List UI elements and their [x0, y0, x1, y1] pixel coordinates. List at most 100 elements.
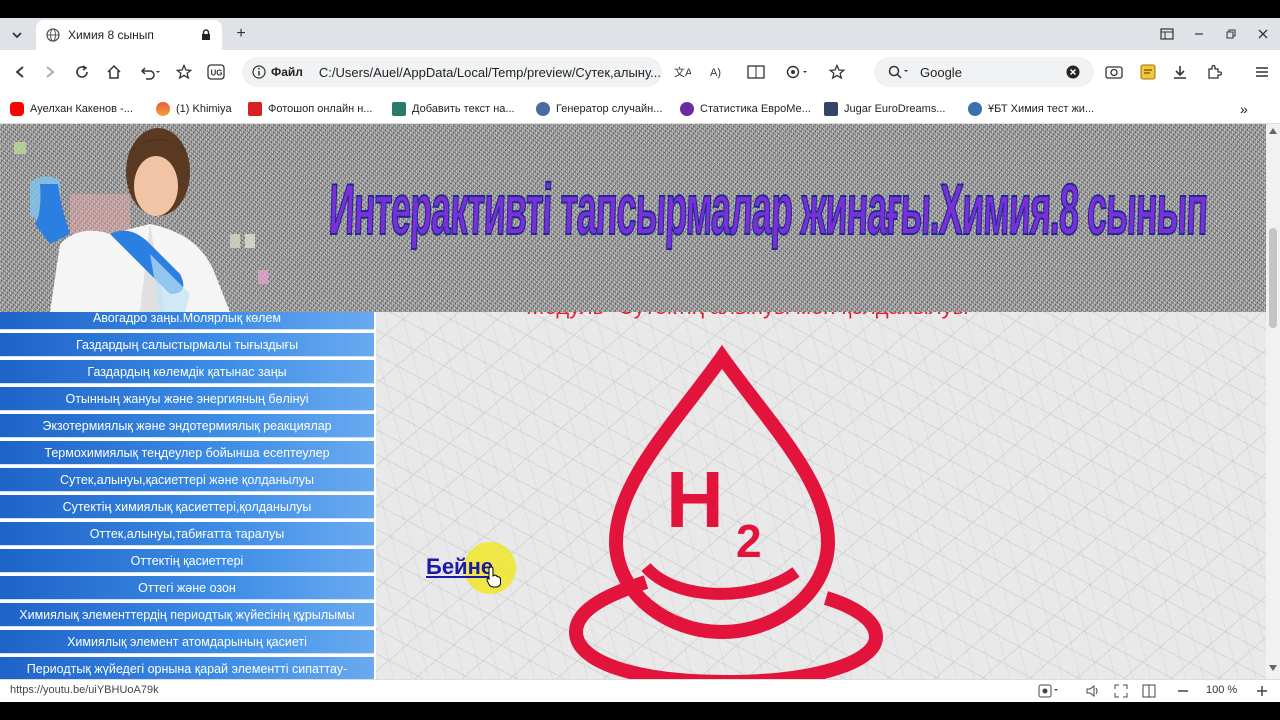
fullscreen-icon[interactable] [1114, 684, 1128, 698]
scroll-down-arrow-icon[interactable] [1269, 665, 1277, 671]
page-title-text: Интерактивті тапсырмалар жинағы.Химия.8 … [327, 167, 1209, 250]
hydrogen-drop-icon: H 2 [568, 344, 884, 679]
bookmark-label: (1) Khimiya [176, 103, 232, 115]
read-aloud-icon[interactable]: A) [706, 60, 730, 84]
favorite-star-icon[interactable] [172, 60, 196, 84]
clear-search-icon[interactable] [1066, 65, 1080, 79]
bookmark-label: Статистика ЕвроМе... [700, 103, 811, 115]
home-button[interactable] [102, 60, 126, 84]
reader-view-icon[interactable] [744, 60, 768, 84]
menu-item-thermochem[interactable]: Термохимиялық теңдеулер бойынша есептеул… [0, 441, 374, 465]
bookmark-6[interactable]: Статистика ЕвроМе... [680, 100, 811, 118]
bottom-letterbox [0, 702, 1280, 720]
main-content: Модуль "Сутектің алынуы мен қолданылуы" … [376, 312, 1266, 679]
zoom-in-icon[interactable] [1255, 684, 1269, 698]
menu-item-oxygen-props[interactable]: Оттектің қасиеттері [0, 549, 374, 573]
menu-item-periodic-structure[interactable]: Химиялық элементтердің периодтық жүйесін… [0, 603, 374, 627]
web-page: Интерактивті тапсырмалар жинағы.Химия.8 … [0, 124, 1266, 679]
minimize-icon[interactable] [1188, 23, 1210, 45]
bookmark-label: ҰБТ Химия тест жи... [988, 103, 1095, 115]
navigation-toolbar: UG Файл C:/Users/Auel/AppData/Local/Temp… [0, 50, 1280, 94]
file-label: Файл [271, 65, 303, 79]
status-bar: https://youtu.be/uiYBHUoA79k 100 % [0, 679, 1280, 702]
restore-icon[interactable] [1220, 23, 1242, 45]
undo-close-tab-icon[interactable] [134, 60, 166, 84]
split-view-icon[interactable] [1142, 684, 1156, 698]
svg-text:A): A) [710, 67, 721, 79]
bookmark-label: Ауелхан Какенов -... [30, 103, 133, 115]
close-window-icon[interactable] [1252, 23, 1274, 45]
downloads-icon[interactable] [1168, 60, 1192, 84]
menu-item-ozone[interactable]: Оттегі және озон [0, 576, 374, 600]
tab-bar: Химия 8 сынып + [0, 18, 1280, 50]
search-box[interactable]: Google [874, 57, 1094, 87]
page-scrollbar[interactable] [1266, 124, 1280, 679]
forward-button[interactable] [38, 60, 62, 84]
site-info-button[interactable]: Файл [252, 65, 303, 79]
video-link[interactable]: Бейне [426, 554, 493, 580]
bookmark-5[interactable]: Генератор случайн... [536, 100, 662, 118]
hand-cursor-icon [486, 566, 501, 588]
bookmark-label: Добавить текст на... [412, 103, 515, 115]
page-title: Интерактивті тапсырмалар жинағы.Химия.8 … [327, 150, 1209, 270]
zoom-out-icon[interactable] [1176, 684, 1190, 698]
extensions-icon[interactable] [1202, 60, 1226, 84]
reload-button[interactable] [70, 60, 94, 84]
search-icon [888, 65, 908, 79]
bookmark-8[interactable]: ҰБТ Химия тест жи... [968, 100, 1094, 118]
new-tab-button[interactable]: + [230, 23, 252, 45]
top-letterbox [0, 0, 1280, 18]
menu-item-hydrogen-chem[interactable]: Сутектің химиялық қасиеттері,қолданылуы [0, 495, 374, 519]
plus-icon: + [236, 25, 246, 42]
bookmark-label: Jugar EuroDreams... [844, 103, 946, 115]
address-bar[interactable]: Файл C:/Users/Auel/AppData/Local/Temp/pr… [242, 57, 662, 87]
photoshop-icon [248, 102, 262, 116]
tab-title: Химия 8 сынып [68, 28, 154, 42]
h2-symbol: H [666, 455, 724, 544]
tab-active[interactable]: Химия 8 сынып [36, 20, 222, 50]
module-title: Модуль "Сутектің алынуы мен қолданылуы" [526, 312, 976, 320]
bookmarks-bar: Ауелхан Какенов -... (1) Khimiya Фотошоп… [0, 94, 1280, 124]
scrollbar-thumb[interactable] [1269, 228, 1277, 328]
translate-icon[interactable]: 文A [670, 60, 694, 84]
svg-text:UG: UG [211, 69, 223, 78]
screenshot-icon[interactable] [1102, 60, 1126, 84]
layout-icon[interactable] [1156, 23, 1178, 45]
more-bookmarks-chevron-icon[interactable]: » [1240, 100, 1248, 118]
page-header: Интерактивті тапсырмалар жинағы.Химия.8 … [0, 124, 1266, 312]
add-to-favorites-icon[interactable] [826, 60, 850, 84]
menu-item-exo-endo[interactable]: Экзотермиялық және эндотермиялық реакция… [0, 414, 374, 438]
lock-icon [202, 29, 210, 40]
menu-item-fuel-combustion[interactable]: Отынның жануы және энергияның бөлінуі [0, 387, 374, 411]
text-icon [392, 102, 406, 116]
menu-icon[interactable] [1250, 60, 1274, 84]
audio-icon[interactable] [1086, 684, 1100, 698]
topics-menu: Авогадро заңы.Молярлық көлем Газдардың с… [0, 312, 376, 679]
stack-icon [156, 102, 170, 116]
circle-icon [680, 102, 694, 116]
bookmark-2[interactable]: (1) Khimiya [156, 100, 232, 118]
info-icon [252, 65, 266, 79]
menu-item-element-description[interactable]: Периодтық жүйедегі орнына қарай элементт… [0, 657, 374, 679]
menu-item-atom-props[interactable]: Химиялық элемент атомдарының қасиеті [0, 630, 374, 654]
menu-item-volume-ratio[interactable]: Газдардың көлемдік қатынас заңы [0, 360, 374, 384]
collections-icon[interactable] [1136, 60, 1160, 84]
page-icon [824, 102, 838, 116]
menu-item-hydrogen[interactable]: Сутек,алынуы,қасиеттері және қолданылуы [0, 468, 374, 492]
tab-list-chevron-icon[interactable] [6, 24, 28, 46]
bookmark-7[interactable]: Jugar EuroDreams... [824, 100, 945, 118]
bookmark-1[interactable]: Ауелхан Какенов -... [10, 100, 133, 118]
ug-extension-icon[interactable]: UG [204, 60, 228, 84]
search-engine-label: Google [920, 64, 962, 80]
bookmark-4[interactable]: Добавить текст на... [392, 100, 515, 118]
extensions-settings-icon[interactable] [782, 60, 812, 84]
menu-item-gas-density[interactable]: Газдардың салыстырмалы тығыздығы [0, 333, 374, 357]
back-button[interactable] [8, 60, 32, 84]
page-settings-icon[interactable] [1038, 684, 1062, 698]
status-url: https://youtu.be/uiYBHUoA79k [10, 684, 159, 696]
menu-item-avogadro[interactable]: Авогадро заңы.Молярлық көлем [0, 312, 374, 330]
bookmark-3[interactable]: Фотошоп онлайн н... [248, 100, 372, 118]
browser-window: Химия 8 сынып + UG Файл C:/Users/Auel/Ap… [0, 0, 1280, 720]
menu-item-oxygen[interactable]: Оттек,алынуы,табиғатта таралуы [0, 522, 374, 546]
scroll-up-arrow-icon[interactable] [1269, 128, 1277, 134]
